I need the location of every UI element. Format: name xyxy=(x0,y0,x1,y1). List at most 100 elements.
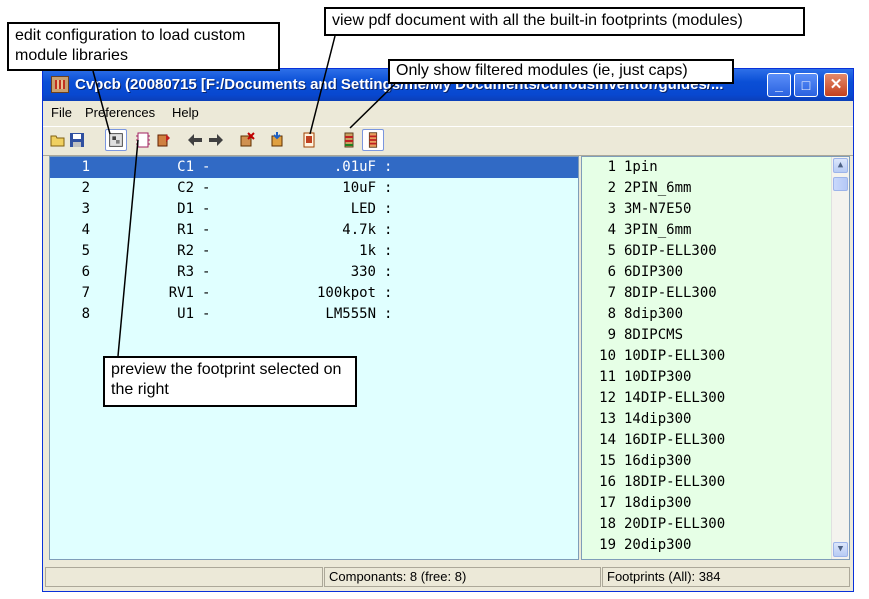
footprint-row[interactable]: 1 1pin xyxy=(582,157,832,178)
maximize-button[interactable]: □ xyxy=(794,73,818,97)
component-index: 8 xyxy=(81,306,90,322)
component-row[interactable]: 8 U1- LM555N: xyxy=(50,304,578,325)
scroll-down-button[interactable]: ▼ xyxy=(833,542,848,557)
status-footprints: Footprints (All): 384 xyxy=(602,567,850,587)
footprint-name: 20DIP-ELL300 xyxy=(624,516,726,532)
footprint-name: 8DIPCMS xyxy=(624,327,684,343)
pdf-doc-icon[interactable] xyxy=(301,132,317,148)
component-value: 4.7k xyxy=(342,222,376,238)
component-ref: R3 xyxy=(177,264,194,280)
component-value: LED xyxy=(350,201,376,217)
footprint-index: 3 xyxy=(607,201,616,217)
component-index: 2 xyxy=(81,180,90,196)
show-filtered-icon[interactable] xyxy=(341,132,357,148)
footprint-index: 9 xyxy=(607,327,616,343)
preview-footprint-icon[interactable] xyxy=(135,132,151,148)
footprint-row[interactable]: 5 6DIP-ELL300 xyxy=(582,241,832,262)
footprint-name: 1pin xyxy=(624,159,658,175)
footprint-index: 8 xyxy=(607,306,616,322)
delete-associations-icon[interactable] xyxy=(239,132,255,148)
footprint-row[interactable]: 6 6DIP300 xyxy=(582,262,832,283)
component-row[interactable]: 3 D1- LED: xyxy=(50,199,578,220)
footprint-name: 2PIN_6mm xyxy=(624,180,692,196)
component-row[interactable]: 2 C2- 10uF: xyxy=(50,178,578,199)
config-icon[interactable] xyxy=(105,129,127,151)
component-row[interactable]: 5 R2- 1k: xyxy=(50,241,578,262)
footprint-row[interactable]: 14 16DIP-ELL300 xyxy=(582,430,832,451)
component-row[interactable]: 1 C1- .01uF: xyxy=(50,157,578,178)
component-separator: - xyxy=(202,201,211,217)
footprint-row[interactable]: 15 16dip300 xyxy=(582,451,832,472)
component-separator: - xyxy=(202,222,211,238)
footprint-index: 7 xyxy=(607,285,616,301)
open-icon[interactable] xyxy=(50,132,66,148)
footprint-name: 8DIP-ELL300 xyxy=(624,285,717,301)
footprint-row[interactable]: 9 8DIPCMS xyxy=(582,325,832,346)
menu-bar: File Preferences Help xyxy=(43,101,853,125)
footprint-name: 20dip300 xyxy=(624,537,692,553)
footprint-row[interactable]: 3 3M-N7E50 xyxy=(582,199,832,220)
menu-preferences[interactable]: Preferences xyxy=(85,105,155,120)
component-footprint-slot: : xyxy=(384,222,393,238)
footprint-index: 17 xyxy=(599,495,616,511)
footprint-index: 12 xyxy=(599,390,616,406)
minimize-button[interactable]: _ xyxy=(767,73,791,97)
component-row[interactable]: 7 RV1- 100kpot: xyxy=(50,283,578,304)
component-separator: - xyxy=(202,306,211,322)
component-ref: R2 xyxy=(177,243,194,259)
footprint-name: 10DIP300 xyxy=(624,369,692,385)
auto-associate-icon[interactable] xyxy=(156,132,172,148)
footprint-index: 10 xyxy=(599,348,616,364)
component-footprint-slot: : xyxy=(384,306,393,322)
footprint-name: 6DIP-ELL300 xyxy=(624,243,717,259)
footprint-index: 2 xyxy=(607,180,616,196)
save-icon[interactable] xyxy=(69,132,85,148)
component-index: 4 xyxy=(81,222,90,238)
footprint-row[interactable]: 17 18dip300 xyxy=(582,493,832,514)
footprint-list[interactable]: 1 1pin 2 2PIN_6mm 3 3M-N7E50 4 3PIN_6mm 5 6DIP-EL… xyxy=(581,156,850,560)
footprint-row[interactable]: 10 10DIP-ELL300 xyxy=(582,346,832,367)
footprint-row[interactable]: 12 14DIP-ELL300 xyxy=(582,388,832,409)
component-row[interactable]: 4 R1- 4.7k: xyxy=(50,220,578,241)
footprint-name: 8dip300 xyxy=(624,306,684,322)
component-index: 1 xyxy=(81,159,90,175)
component-value: 1k xyxy=(359,243,376,259)
scroll-up-button[interactable]: ▲ xyxy=(833,158,848,173)
footprint-name: 3M-N7E50 xyxy=(624,201,692,217)
menu-help[interactable]: Help xyxy=(172,105,199,120)
footprint-row[interactable]: 19 20dip300 xyxy=(582,535,832,556)
footprint-index: 5 xyxy=(607,243,616,259)
footprint-scrollbar[interactable]: ▲ ▼ xyxy=(831,157,849,559)
footprint-name: 14dip300 xyxy=(624,411,692,427)
footprint-row[interactable]: 8 8dip300 xyxy=(582,304,832,325)
component-footprint-slot: : xyxy=(384,285,393,301)
footprint-index: 4 xyxy=(607,222,616,238)
status-empty xyxy=(45,567,323,587)
footprint-row[interactable]: 13 14dip300 xyxy=(582,409,832,430)
menu-file[interactable]: File xyxy=(51,105,72,120)
previous-icon[interactable] xyxy=(187,132,203,148)
toolbar xyxy=(43,126,853,156)
close-button[interactable]: ✕ xyxy=(824,73,848,97)
footprint-row[interactable]: 7 8DIP-ELL300 xyxy=(582,283,832,304)
footprint-index: 14 xyxy=(599,432,616,448)
scroll-thumb[interactable] xyxy=(833,177,848,191)
footprint-name: 6DIP300 xyxy=(624,264,684,280)
callout-filter: Only show filtered modules (ie, just cap… xyxy=(388,59,734,84)
footprint-row[interactable]: 11 10DIP300 xyxy=(582,367,832,388)
footprint-name: 18dip300 xyxy=(624,495,692,511)
component-separator: - xyxy=(202,264,211,280)
export-icon[interactable] xyxy=(269,132,285,148)
component-index: 3 xyxy=(81,201,90,217)
next-icon[interactable] xyxy=(208,132,224,148)
footprint-index: 1 xyxy=(607,159,616,175)
component-footprint-slot: : xyxy=(384,201,393,217)
component-row[interactable]: 6 R3- 330: xyxy=(50,262,578,283)
show-all-icon[interactable] xyxy=(362,129,384,151)
footprint-row[interactable]: 2 2PIN_6mm xyxy=(582,178,832,199)
footprint-row[interactable]: 16 18DIP-ELL300 xyxy=(582,472,832,493)
component-index: 5 xyxy=(81,243,90,259)
component-ref: C2 xyxy=(177,180,194,196)
footprint-row[interactable]: 4 3PIN_6mm xyxy=(582,220,832,241)
footprint-row[interactable]: 18 20DIP-ELL300 xyxy=(582,514,832,535)
